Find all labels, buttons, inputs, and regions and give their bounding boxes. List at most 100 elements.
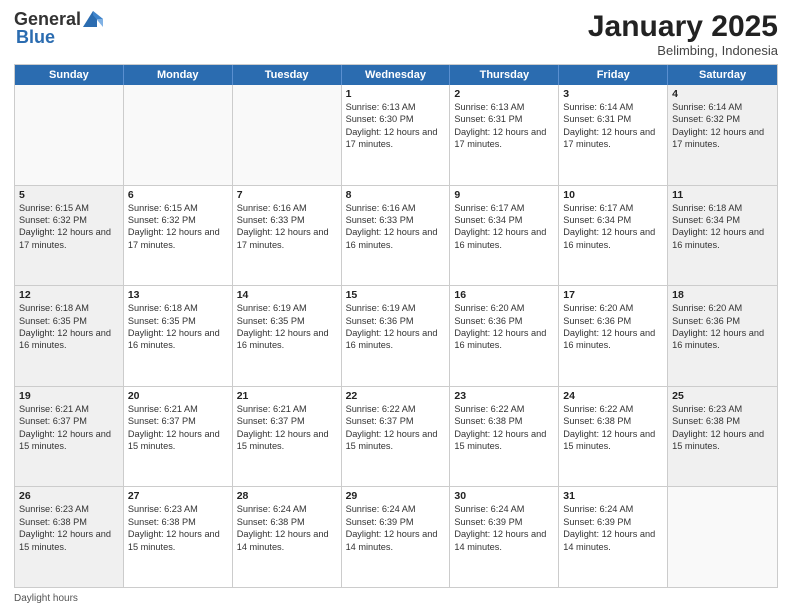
cal-cell-1-2: 7Sunrise: 6:16 AM Sunset: 6:33 PM Daylig… [233, 186, 342, 286]
cal-cell-2-2: 14Sunrise: 6:19 AM Sunset: 6:35 PM Dayli… [233, 286, 342, 386]
day-info: Sunrise: 6:21 AM Sunset: 6:37 PM Dayligh… [237, 403, 337, 453]
cal-cell-0-0 [15, 85, 124, 185]
cal-cell-0-1 [124, 85, 233, 185]
cal-cell-0-3: 1Sunrise: 6:13 AM Sunset: 6:30 PM Daylig… [342, 85, 451, 185]
logo-icon [83, 11, 103, 27]
day-number: 20 [128, 390, 228, 402]
calendar-body: 1Sunrise: 6:13 AM Sunset: 6:30 PM Daylig… [15, 85, 777, 587]
cal-cell-0-6: 4Sunrise: 6:14 AM Sunset: 6:32 PM Daylig… [668, 85, 777, 185]
cal-cell-1-3: 8Sunrise: 6:16 AM Sunset: 6:33 PM Daylig… [342, 186, 451, 286]
day-number: 19 [19, 390, 119, 402]
day-number: 18 [672, 289, 773, 301]
day-number: 1 [346, 88, 446, 100]
day-info: Sunrise: 6:24 AM Sunset: 6:39 PM Dayligh… [346, 503, 446, 553]
cal-cell-4-5: 31Sunrise: 6:24 AM Sunset: 6:39 PM Dayli… [559, 487, 668, 587]
logo-blue-text: Blue [16, 27, 55, 47]
day-info: Sunrise: 6:13 AM Sunset: 6:31 PM Dayligh… [454, 101, 554, 151]
title-block: January 2025 Belimbing, Indonesia [588, 10, 778, 58]
day-info: Sunrise: 6:15 AM Sunset: 6:32 PM Dayligh… [128, 202, 228, 252]
day-info: Sunrise: 6:24 AM Sunset: 6:38 PM Dayligh… [237, 503, 337, 553]
calendar-row-0: 1Sunrise: 6:13 AM Sunset: 6:30 PM Daylig… [15, 85, 777, 186]
day-number: 23 [454, 390, 554, 402]
header-day-monday: Monday [124, 65, 233, 85]
day-number: 11 [672, 189, 773, 201]
calendar-row-1: 5Sunrise: 6:15 AM Sunset: 6:32 PM Daylig… [15, 186, 777, 287]
cal-cell-1-5: 10Sunrise: 6:17 AM Sunset: 6:34 PM Dayli… [559, 186, 668, 286]
day-info: Sunrise: 6:20 AM Sunset: 6:36 PM Dayligh… [454, 302, 554, 352]
calendar-row-4: 26Sunrise: 6:23 AM Sunset: 6:38 PM Dayli… [15, 487, 777, 587]
header-day-thursday: Thursday [450, 65, 559, 85]
day-info: Sunrise: 6:20 AM Sunset: 6:36 PM Dayligh… [672, 302, 773, 352]
cal-cell-1-4: 9Sunrise: 6:17 AM Sunset: 6:34 PM Daylig… [450, 186, 559, 286]
day-number: 17 [563, 289, 663, 301]
logo: General Blue [14, 10, 103, 47]
day-info: Sunrise: 6:20 AM Sunset: 6:36 PM Dayligh… [563, 302, 663, 352]
calendar-row-2: 12 Sunrise: 6:18 AM Sunset: 6:35 PM Dayli… [15, 286, 777, 387]
day-info: Sunrise: 6:16 AM Sunset: 6:33 PM Dayligh… [346, 202, 446, 252]
cal-cell-3-2: 21Sunrise: 6:21 AM Sunset: 6:37 PM Dayli… [233, 387, 342, 487]
day-info: Sunrise: 6:23 AM Sunset: 6:38 PM Dayligh… [672, 403, 773, 453]
day-number: 10 [563, 189, 663, 201]
calendar-header: SundayMondayTuesdayWednesdayThursdayFrid… [15, 65, 777, 85]
location: Belimbing, Indonesia [588, 43, 778, 58]
day-number: 14 [237, 289, 337, 301]
day-number: 31 [563, 490, 663, 502]
cal-cell-4-1: 27Sunrise: 6:23 AM Sunset: 6:38 PM Dayli… [124, 487, 233, 587]
day-info: Sunrise: 6:19 AM Sunset: 6:35 PM Dayligh… [237, 302, 337, 352]
cal-cell-0-5: 3Sunrise: 6:14 AM Sunset: 6:31 PM Daylig… [559, 85, 668, 185]
cal-cell-3-5: 24Sunrise: 6:22 AM Sunset: 6:38 PM Dayli… [559, 387, 668, 487]
day-number: 28 [237, 490, 337, 502]
day-info: Sunrise: 6:16 AM Sunset: 6:33 PM Dayligh… [237, 202, 337, 252]
day-number: 13 [128, 289, 228, 301]
day-info: Sunrise: 6:13 AM Sunset: 6:30 PM Dayligh… [346, 101, 446, 151]
day-number: 9 [454, 189, 554, 201]
footer: Daylight hours [14, 593, 778, 604]
cal-cell-4-3: 29Sunrise: 6:24 AM Sunset: 6:39 PM Dayli… [342, 487, 451, 587]
cal-cell-1-1: 6Sunrise: 6:15 AM Sunset: 6:32 PM Daylig… [124, 186, 233, 286]
day-info: Sunrise: 6:19 AM Sunset: 6:36 PM Dayligh… [346, 302, 446, 352]
day-info: Sunrise: 6:17 AM Sunset: 6:34 PM Dayligh… [563, 202, 663, 252]
cal-cell-3-3: 22Sunrise: 6:22 AM Sunset: 6:37 PM Dayli… [342, 387, 451, 487]
day-info: Sunrise: 6:18 AM Sunset: 6:35 PM Dayligh… [128, 302, 228, 352]
day-info: Sunrise: 6:23 AM Sunset: 6:38 PM Dayligh… [19, 503, 119, 553]
cal-cell-3-4: 23Sunrise: 6:22 AM Sunset: 6:38 PM Dayli… [450, 387, 559, 487]
page: General Blue January 2025 Belimbing, Ind… [0, 0, 792, 612]
month-title: January 2025 [588, 10, 778, 43]
day-number: 16 [454, 289, 554, 301]
cal-cell-1-0: 5Sunrise: 6:15 AM Sunset: 6:32 PM Daylig… [15, 186, 124, 286]
calendar-row-3: 19Sunrise: 6:21 AM Sunset: 6:37 PM Dayli… [15, 387, 777, 488]
header-day-tuesday: Tuesday [233, 65, 342, 85]
day-number: 2 [454, 88, 554, 100]
calendar: SundayMondayTuesdayWednesdayThursdayFrid… [14, 64, 778, 588]
day-number: 22 [346, 390, 446, 402]
cal-cell-4-4: 30Sunrise: 6:24 AM Sunset: 6:39 PM Dayli… [450, 487, 559, 587]
day-info: Sunrise: 6:21 AM Sunset: 6:37 PM Dayligh… [128, 403, 228, 453]
day-number: 12 [19, 289, 119, 301]
day-info: Sunrise: 6:21 AM Sunset: 6:37 PM Dayligh… [19, 403, 119, 453]
day-info: Sunrise: 6:14 AM Sunset: 6:31 PM Dayligh… [563, 101, 663, 151]
cal-cell-0-4: 2Sunrise: 6:13 AM Sunset: 6:31 PM Daylig… [450, 85, 559, 185]
day-info: Sunrise: 6:23 AM Sunset: 6:38 PM Dayligh… [128, 503, 228, 553]
cal-cell-1-6: 11Sunrise: 6:18 AM Sunset: 6:34 PM Dayli… [668, 186, 777, 286]
day-number: 7 [237, 189, 337, 201]
cal-cell-4-0: 26Sunrise: 6:23 AM Sunset: 6:38 PM Dayli… [15, 487, 124, 587]
day-number: 21 [237, 390, 337, 402]
cal-cell-2-6: 18Sunrise: 6:20 AM Sunset: 6:36 PM Dayli… [668, 286, 777, 386]
day-number: 6 [128, 189, 228, 201]
day-number: 15 [346, 289, 446, 301]
day-number: 25 [672, 390, 773, 402]
header: General Blue January 2025 Belimbing, Ind… [14, 10, 778, 58]
day-number: 4 [672, 88, 773, 100]
day-info: Sunrise: 6:22 AM Sunset: 6:37 PM Dayligh… [346, 403, 446, 453]
cal-cell-4-2: 28Sunrise: 6:24 AM Sunset: 6:38 PM Dayli… [233, 487, 342, 587]
logo-general-text: General [14, 10, 81, 28]
cal-cell-4-6 [668, 487, 777, 587]
cal-cell-2-1: 13Sunrise: 6:18 AM Sunset: 6:35 PM Dayli… [124, 286, 233, 386]
day-info: Sunrise: 6:15 AM Sunset: 6:32 PM Dayligh… [19, 202, 119, 252]
day-number: 24 [563, 390, 663, 402]
day-number: 8 [346, 189, 446, 201]
footer-label: Daylight hours [14, 593, 78, 604]
day-number: 27 [128, 490, 228, 502]
day-number: 3 [563, 88, 663, 100]
header-day-sunday: Sunday [15, 65, 124, 85]
